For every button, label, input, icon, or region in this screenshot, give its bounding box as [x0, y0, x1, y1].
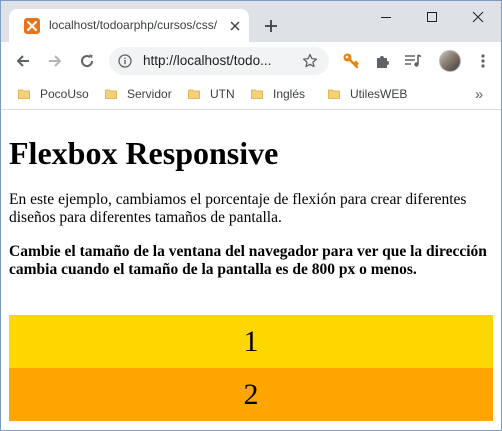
- folder-icon: [188, 89, 200, 99]
- key-icon: [343, 53, 359, 69]
- minimize-icon: [381, 17, 391, 18]
- folder-icon: [251, 89, 263, 99]
- page-note: Cambie el tamaño de la ventana del naveg…: [9, 243, 487, 278]
- address-bar[interactable]: http://localhost/todo...: [109, 47, 329, 75]
- page-title: Flexbox Responsive: [9, 135, 279, 171]
- new-tab-button[interactable]: [259, 14, 283, 38]
- plus-icon: [265, 20, 277, 32]
- reload-icon: [81, 54, 94, 68]
- close-icon[interactable]: [227, 18, 243, 34]
- bookmark-label: UtilesWEB: [350, 87, 408, 101]
- tab-title: localhost/todoarphp/cursos/css/: [49, 18, 218, 32]
- close-window-icon: [472, 11, 484, 23]
- menu-button[interactable]: [471, 49, 495, 73]
- more-vert-icon: [481, 54, 485, 68]
- flex-container: 1 2: [9, 315, 493, 422]
- tab-strip: localhost/todoarphp/cursos/css/: [1, 1, 501, 42]
- xampp-favicon-icon: [24, 18, 40, 34]
- extensions-button[interactable]: [371, 49, 395, 73]
- folder-icon: [328, 89, 340, 99]
- reload-button[interactable]: [75, 49, 99, 73]
- flex-item-2: 2: [9, 368, 493, 421]
- flex-item-1: 1: [9, 315, 493, 368]
- forward-button[interactable]: [43, 49, 67, 73]
- bookmarks-bar: PocoUso Servidor UTN Inglés UtilesWEB »: [1, 80, 501, 110]
- window-close-button[interactable]: [455, 1, 501, 33]
- browser-tab[interactable]: localhost/todoarphp/cursos/css/: [9, 9, 249, 42]
- bookmark-label: Servidor: [127, 87, 172, 101]
- maximize-button[interactable]: [409, 1, 455, 33]
- media-button[interactable]: [401, 49, 425, 73]
- profile-avatar[interactable]: [439, 50, 461, 72]
- url-text[interactable]: http://localhost/todo...: [143, 53, 291, 69]
- browser-window: localhost/todoarphp/cursos/css/ http://l…: [0, 0, 502, 431]
- page-viewport: Flexbox Responsive En este ejemplo, camb…: [1, 110, 501, 430]
- star-icon[interactable]: [301, 52, 319, 70]
- puzzle-icon: [377, 56, 389, 68]
- bookmark-utilesweb[interactable]: UtilesWEB: [328, 86, 407, 102]
- bookmark-pocouso[interactable]: PocoUso: [18, 86, 89, 102]
- bookmark-label: Inglés: [273, 87, 306, 101]
- media-queue-icon: [405, 54, 422, 67]
- folder-icon: [18, 89, 30, 99]
- bookmark-utn[interactable]: UTN: [188, 86, 235, 102]
- minimize-button[interactable]: [363, 1, 409, 33]
- navigation-toolbar: http://localhost/todo...: [1, 42, 501, 80]
- forward-arrow-icon: [49, 55, 62, 67]
- back-arrow-icon: [16, 55, 29, 67]
- bookmark-servidor[interactable]: Servidor: [105, 86, 172, 102]
- key-extension-button[interactable]: [339, 49, 363, 73]
- bookmark-ingles[interactable]: Inglés: [251, 86, 305, 102]
- more-bookmarks-button[interactable]: »: [471, 84, 487, 104]
- bookmark-label: UTN: [210, 87, 235, 101]
- page-description: En este ejemplo, cambiamos el porcentaje…: [9, 191, 467, 226]
- maximize-icon: [427, 12, 437, 22]
- folder-icon: [105, 89, 117, 99]
- back-button[interactable]: [11, 49, 35, 73]
- info-icon[interactable]: [117, 53, 133, 69]
- bookmark-label: PocoUso: [40, 87, 89, 101]
